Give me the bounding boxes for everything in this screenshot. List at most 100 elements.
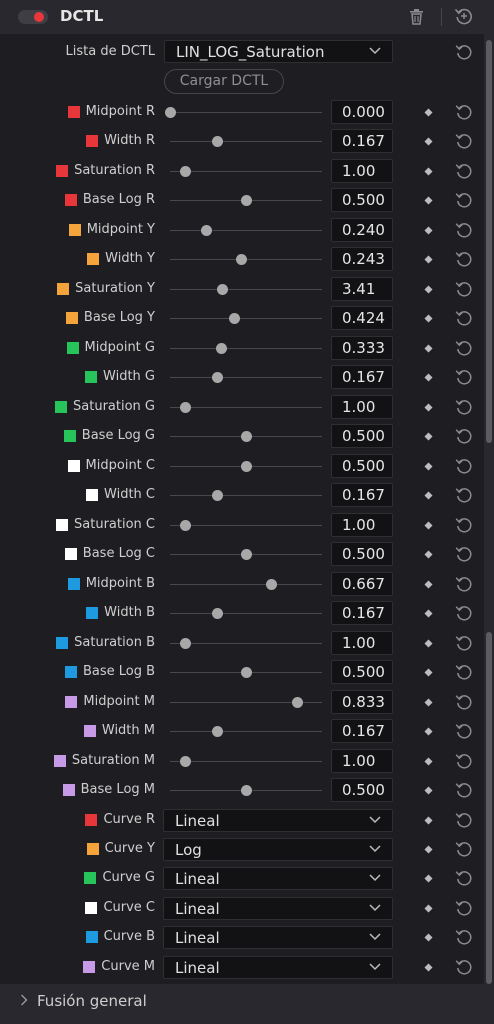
slider-thumb[interactable] (236, 254, 248, 266)
value-field[interactable]: 1.00 (331, 394, 393, 419)
keyframe-diamond-icon[interactable] (424, 344, 433, 353)
reset-icon[interactable] (455, 221, 473, 239)
keyframe-diamond-icon[interactable] (424, 167, 433, 176)
value-field[interactable]: 0.500 (331, 453, 393, 478)
curve-select[interactable]: Lineal (163, 808, 393, 832)
value-field[interactable]: 0.000 (331, 100, 393, 124)
slider-thumb[interactable] (241, 667, 252, 679)
value-field[interactable]: 0.500 (331, 660, 393, 685)
reset-icon[interactable] (455, 928, 473, 946)
keyframe-diamond-icon[interactable] (424, 137, 433, 146)
slider-track[interactable] (170, 613, 322, 615)
value-field[interactable]: 0.240 (331, 217, 393, 242)
value-field[interactable]: 0.333 (331, 335, 393, 360)
slider-track[interactable] (170, 318, 322, 320)
slider-track[interactable] (170, 141, 322, 143)
keyframe-diamond-icon[interactable] (424, 874, 433, 883)
value-field[interactable]: 1.00 (331, 512, 393, 537)
curve-select[interactable]: Lineal (163, 867, 393, 891)
value-field[interactable]: 0.500 (331, 778, 393, 803)
reset-icon[interactable] (455, 309, 473, 327)
keyframe-diamond-icon[interactable] (424, 403, 433, 412)
value-field[interactable]: 0.167 (331, 365, 393, 390)
keyframe-diamond-icon[interactable] (424, 668, 433, 677)
value-field[interactable]: 0.500 (331, 542, 393, 567)
scrollbar-thumb-lower[interactable] (486, 632, 492, 984)
reset-icon[interactable] (455, 162, 473, 180)
slider-thumb[interactable] (228, 313, 240, 325)
curve-select[interactable]: Log (163, 838, 393, 861)
reset-icon[interactable] (455, 103, 473, 121)
reset-icon[interactable] (455, 250, 473, 268)
scrollbar-thumb[interactable] (486, 40, 492, 443)
reset-all-icon[interactable] (454, 6, 474, 26)
reset-icon[interactable] (455, 43, 473, 61)
curve-select[interactable]: Lineal (163, 926, 393, 950)
slider-track[interactable] (170, 495, 322, 497)
footer-section[interactable]: Fusión general (0, 984, 494, 1024)
load-dctl-button[interactable]: Cargar DCTL (164, 69, 284, 94)
reset-icon[interactable] (455, 398, 473, 416)
keyframe-diamond-icon[interactable] (424, 816, 433, 825)
slider-thumb[interactable] (201, 224, 213, 236)
chevron-right-icon[interactable] (20, 994, 28, 1006)
keyframe-diamond-icon[interactable] (424, 314, 433, 323)
slider-track[interactable] (170, 347, 322, 349)
reset-icon[interactable] (455, 457, 473, 475)
keyframe-diamond-icon[interactable] (424, 727, 433, 736)
slider-thumb[interactable] (180, 755, 192, 767)
value-field[interactable]: 0.243 (331, 247, 393, 272)
keyframe-diamond-icon[interactable] (424, 845, 433, 854)
slider-track[interactable] (170, 288, 322, 290)
reset-icon[interactable] (455, 781, 473, 799)
curve-select[interactable]: Lineal (163, 896, 393, 920)
keyframe-diamond-icon[interactable] (424, 757, 433, 766)
keyframe-diamond-icon[interactable] (424, 462, 433, 471)
keyframe-diamond-icon[interactable] (424, 285, 433, 294)
slider-thumb[interactable] (180, 165, 192, 177)
value-field[interactable]: 3.41 (331, 276, 393, 301)
reset-icon[interactable] (455, 693, 473, 711)
value-field[interactable]: 1.00 (331, 158, 393, 183)
trash-icon[interactable] (409, 9, 424, 25)
slider-thumb[interactable] (180, 519, 192, 531)
slider-track[interactable] (170, 524, 322, 526)
slider-thumb[interactable] (212, 136, 224, 148)
reset-icon[interactable] (455, 575, 473, 593)
slider-thumb[interactable] (212, 372, 224, 384)
keyframe-diamond-icon[interactable] (424, 698, 433, 707)
value-field[interactable]: 0.500 (331, 424, 393, 449)
slider-track[interactable] (170, 731, 322, 733)
reset-icon[interactable] (455, 486, 473, 504)
slider-track[interactable] (170, 406, 322, 408)
slider-thumb[interactable] (215, 342, 227, 354)
value-field[interactable]: 0.667 (331, 571, 393, 596)
reset-icon[interactable] (455, 339, 473, 357)
reset-icon[interactable] (455, 840, 473, 858)
value-field[interactable]: 0.500 (331, 188, 393, 213)
reset-icon[interactable] (455, 811, 473, 829)
curve-select[interactable]: Lineal (163, 955, 393, 979)
reset-icon[interactable] (455, 132, 473, 150)
enable-toggle[interactable] (18, 10, 48, 24)
keyframe-diamond-icon[interactable] (424, 196, 433, 205)
value-field[interactable]: 0.167 (331, 601, 393, 626)
slider-thumb[interactable] (266, 578, 278, 590)
reset-icon[interactable] (455, 545, 473, 563)
value-field[interactable]: 0.167 (331, 483, 393, 508)
keyframe-diamond-icon[interactable] (424, 255, 433, 264)
slider-track[interactable] (170, 112, 322, 113)
reset-icon[interactable] (455, 368, 473, 386)
slider-thumb[interactable] (241, 431, 252, 443)
keyframe-diamond-icon[interactable] (424, 491, 433, 500)
keyframe-diamond-icon[interactable] (424, 550, 433, 559)
value-field[interactable]: 0.424 (331, 306, 393, 331)
keyframe-diamond-icon[interactable] (424, 639, 433, 648)
slider-thumb[interactable] (241, 785, 252, 797)
slider-thumb[interactable] (165, 107, 176, 118)
value-field[interactable]: 1.00 (331, 630, 393, 655)
reset-icon[interactable] (455, 427, 473, 445)
keyframe-diamond-icon[interactable] (424, 786, 433, 795)
reset-icon[interactable] (455, 869, 473, 887)
slider-track[interactable] (170, 760, 322, 762)
